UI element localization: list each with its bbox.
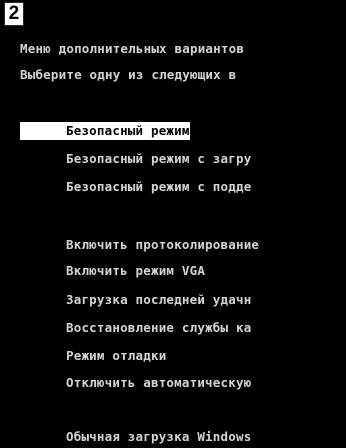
- menu-item-enable-vga-mode[interactable]: Включить режим VGA: [66, 262, 205, 280]
- menu-item-disable-auto-restart[interactable]: Отключить автоматическую: [66, 374, 251, 392]
- menu-item-safe-mode-command-prompt[interactable]: Безопасный режим с подде: [66, 178, 251, 196]
- menu-instruction: Выберите одну из следующих в: [20, 67, 237, 82]
- menu-item-last-known-good[interactable]: Загрузка последней удачн: [66, 291, 251, 309]
- menu-item-safe-mode-networking[interactable]: Безопасный режим с загру: [66, 150, 251, 168]
- menu-item-directory-services-restore[interactable]: Восстановление службы ка: [66, 319, 251, 337]
- menu-item-start-windows-normally[interactable]: Обычная загрузка Windows: [66, 428, 251, 446]
- menu-item-enable-boot-logging[interactable]: Включить протоколирование: [66, 236, 259, 254]
- menu-item-safe-mode[interactable]: Безопасный режим: [20, 122, 190, 140]
- menu-item-debugging-mode[interactable]: Режим отладки: [66, 347, 166, 365]
- step-number-badge: 2: [4, 2, 24, 26]
- menu-title: Меню дополнительных вариантов: [20, 41, 245, 56]
- step-number: 2: [8, 3, 20, 24]
- boot-menu-screen: 2 Меню дополнительных вариантов Выберите…: [0, 0, 346, 448]
